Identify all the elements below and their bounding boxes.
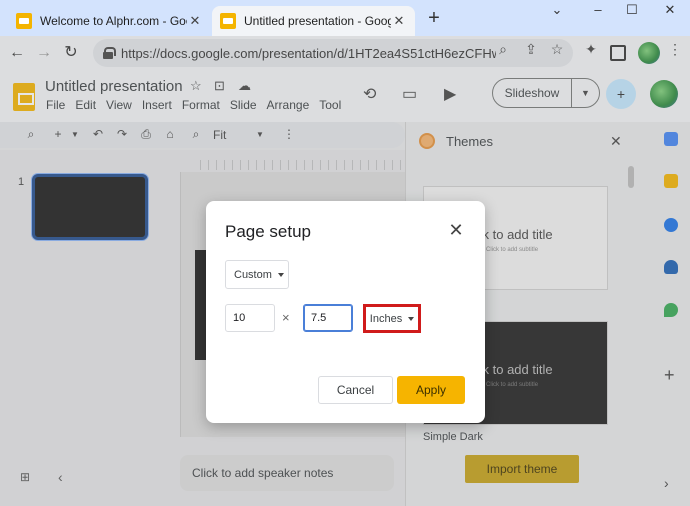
dimension-separator: ×: [282, 310, 290, 325]
minimize-icon[interactable]: –: [588, 2, 608, 17]
tab-close-icon[interactable]: ✕: [187, 13, 203, 29]
tab-title: Welcome to Alphr.com - Google: [40, 14, 187, 28]
browser-tab-strip: Welcome to Alphr.com - Google ✕ Untitled…: [0, 0, 690, 36]
slides-favicon-icon: [220, 13, 236, 29]
apply-button[interactable]: Apply: [397, 376, 465, 404]
slides-favicon-icon: [16, 13, 32, 29]
page-size-value: Custom: [234, 268, 272, 281]
tab-search-icon[interactable]: ⌄: [547, 2, 567, 18]
dialog-title: Page setup: [225, 222, 312, 241]
chevron-down-icon: [408, 316, 415, 321]
dialog-close-icon[interactable]: ✕: [447, 220, 465, 241]
window-close-icon[interactable]: ✕: [660, 2, 680, 18]
page-size-select[interactable]: Custom: [225, 260, 289, 289]
tab-untitled-presentation[interactable]: Untitled presentation - Google S ✕: [212, 6, 415, 36]
cancel-button[interactable]: Cancel: [318, 376, 393, 404]
width-input[interactable]: [225, 304, 275, 332]
maximize-icon[interactable]: ☐: [622, 2, 642, 18]
tab-close-icon[interactable]: ✕: [391, 13, 407, 29]
unit-value: Inches: [369, 312, 403, 325]
unit-select[interactable]: Inches: [363, 304, 421, 333]
page-setup-dialog: Page setup ✕ Custom × Inches Cancel Appl…: [206, 201, 485, 423]
tab-alphr[interactable]: Welcome to Alphr.com - Google ✕: [8, 6, 211, 36]
chevron-down-icon: [277, 272, 284, 277]
new-tab-button[interactable]: +: [424, 8, 444, 28]
tab-title: Untitled presentation - Google S: [244, 14, 391, 28]
height-input[interactable]: [303, 304, 353, 332]
